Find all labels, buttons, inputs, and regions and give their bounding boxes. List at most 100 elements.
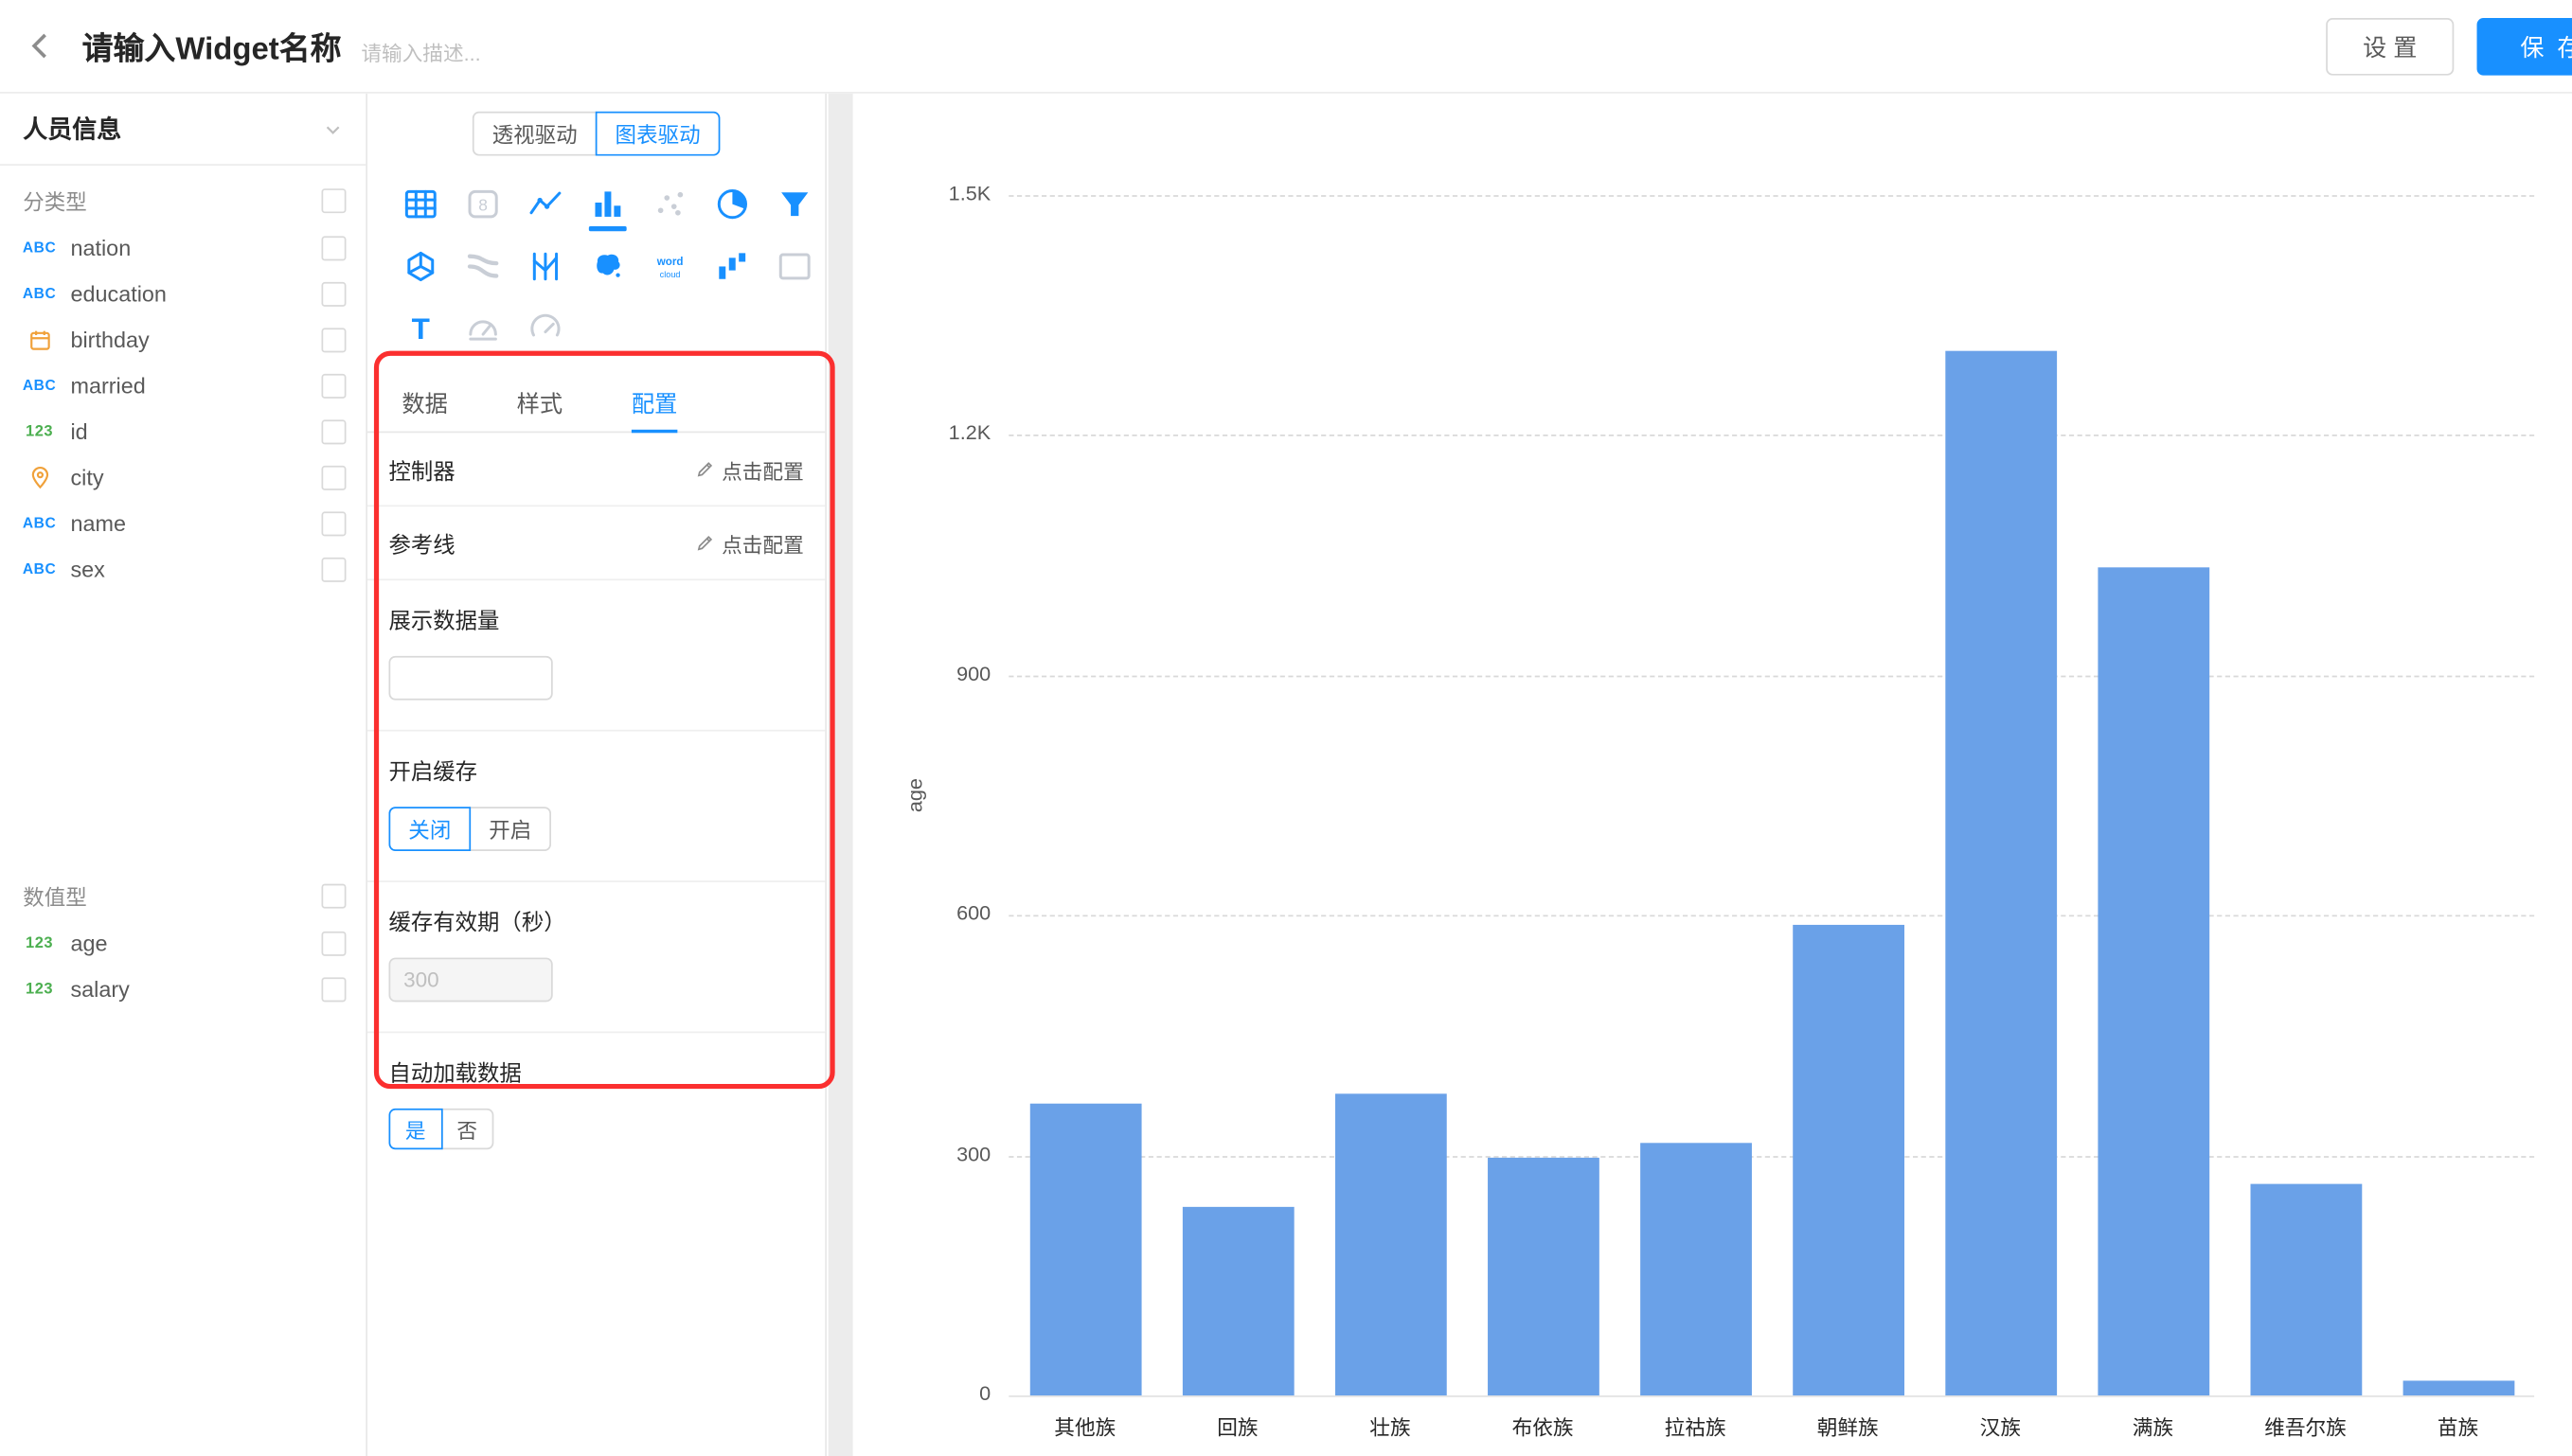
sankey-icon[interactable] — [463, 247, 501, 285]
gauge-icon[interactable] — [463, 310, 501, 347]
field-item[interactable]: ABCsex — [0, 546, 366, 592]
field-item[interactable]: ABCname — [0, 500, 366, 545]
string-field-icon: ABC — [16, 285, 62, 301]
bar-chart-icon[interactable] — [588, 185, 626, 222]
tab-config[interactable]: 配置 — [632, 376, 677, 432]
widget-editor: 请输入Widget名称 请输入描述... 设 置 保 存 人员信息 分类型 ABC… — [0, 0, 2572, 1456]
x-tick-label: 拉祜族 — [1619, 1411, 1772, 1442]
iframe-icon[interactable] — [775, 247, 813, 285]
y-tick-label: 600 — [853, 902, 991, 925]
table-icon[interactable] — [402, 185, 439, 222]
checkbox[interactable] — [321, 281, 346, 306]
svg-text:cloud: cloud — [659, 269, 680, 278]
pie-chart-icon[interactable] — [713, 185, 751, 222]
wordcloud-icon[interactable]: word cloud — [651, 247, 688, 285]
y-tick-label: 300 — [853, 1143, 991, 1165]
autoload-option-button[interactable]: 是 — [389, 1109, 442, 1149]
edit-icon — [695, 459, 715, 479]
x-tick-label: 维吾尔族 — [2229, 1411, 2382, 1442]
field-group-label: 分类型 — [23, 185, 87, 216]
y-tick-label: 1.2K — [853, 422, 991, 445]
field-label: married — [70, 373, 321, 398]
bar[interactable] — [1029, 1104, 1141, 1396]
config-body: 控制器 点击配置 参考线 点击配置 展示数据量 开启缓存 关闭开启 — [367, 433, 825, 1179]
field-group-label: 数值型 — [23, 879, 87, 911]
field-section: 分类型 ABCnationABCeducationbirthday ABC marri… — [0, 175, 366, 592]
checkbox[interactable] — [321, 465, 346, 489]
checkbox[interactable] — [321, 328, 346, 352]
bar[interactable] — [2250, 1183, 2362, 1395]
autoload-label: 自动加载数据 — [389, 1055, 804, 1088]
reference-line-configure-link[interactable]: 点击配置 — [695, 527, 803, 559]
y-axis-title: age — [903, 778, 926, 812]
bar[interactable] — [1182, 1207, 1294, 1395]
back-button[interactable] — [25, 29, 58, 62]
bar[interactable] — [1334, 1093, 1446, 1395]
gridline — [1009, 435, 2534, 437]
text-icon[interactable]: T — [402, 310, 439, 347]
checkbox[interactable] — [321, 236, 346, 260]
radar-icon[interactable] — [402, 247, 439, 285]
settings-button[interactable]: 设 置 — [2326, 17, 2454, 75]
tab-style[interactable]: 样式 — [517, 376, 563, 432]
cache-label: 开启缓存 — [389, 753, 804, 786]
field-item[interactable]: 123salary — [0, 966, 366, 1011]
x-tick-label: 满族 — [2077, 1411, 2229, 1442]
checkbox[interactable] — [321, 511, 346, 536]
field-item[interactable]: 123age — [0, 920, 366, 966]
field-item[interactable]: 123id — [0, 408, 366, 453]
map-icon[interactable] — [588, 247, 626, 285]
autoload-option-button[interactable]: 否 — [440, 1109, 493, 1149]
cache-expire-label: 缓存有效期（秒） — [389, 903, 804, 936]
scatter-icon[interactable] — [651, 185, 688, 222]
string-field-icon: ABC — [16, 377, 62, 393]
bar[interactable] — [2098, 567, 2209, 1395]
bar[interactable] — [2402, 1381, 2514, 1395]
checkbox[interactable] — [321, 976, 346, 1001]
x-tick-label: 其他族 — [1009, 1411, 1161, 1442]
checkbox[interactable] — [321, 373, 346, 398]
display-limit-input[interactable] — [389, 656, 553, 701]
line-chart-icon[interactable] — [526, 185, 563, 222]
funnel-icon[interactable] — [775, 185, 813, 222]
svg-text:8: 8 — [477, 194, 487, 213]
number-field-icon: 123 — [16, 933, 62, 951]
checkbox[interactable] — [321, 557, 346, 581]
field-item[interactable]: birthday — [0, 316, 366, 362]
bar[interactable] — [1487, 1158, 1599, 1395]
pivot-drive-button[interactable]: 透视驱动 — [473, 112, 598, 156]
tab-data[interactable]: 数据 — [402, 376, 447, 432]
cache-expire-input — [389, 958, 553, 1003]
field-item[interactable]: ABCnation — [0, 224, 366, 270]
checkbox[interactable] — [321, 419, 346, 444]
field-label: salary — [70, 976, 321, 1001]
controller-label: 控制器 — [389, 453, 455, 486]
checkbox[interactable] — [321, 883, 346, 908]
bar[interactable] — [1944, 351, 2056, 1395]
svg-text:word: word — [655, 255, 683, 267]
x-tick-label: 汉族 — [1924, 1411, 2077, 1442]
cache-option-button[interactable]: 关闭 — [389, 807, 472, 851]
field-item[interactable]: ABCeducation — [0, 271, 366, 316]
checkbox[interactable] — [321, 187, 346, 212]
speedometer-icon[interactable] — [526, 310, 563, 347]
field-label: sex — [70, 557, 321, 581]
bar[interactable] — [1639, 1144, 1751, 1395]
widget-description-input[interactable]: 请输入描述... — [361, 35, 480, 66]
widget-name-input[interactable]: 请输入Widget名称 — [82, 24, 342, 68]
dataset-selector[interactable]: 人员信息 — [0, 94, 366, 166]
reference-line-row: 参考线 点击配置 — [367, 506, 825, 580]
parallel-icon[interactable] — [526, 247, 563, 285]
checkbox[interactable] — [321, 931, 346, 955]
field-item[interactable]: city — [0, 454, 366, 500]
controller-configure-link[interactable]: 点击配置 — [695, 453, 803, 485]
save-button[interactable]: 保 存 — [2477, 17, 2572, 75]
bar[interactable] — [1792, 925, 1903, 1395]
x-tick-label: 朝鲜族 — [1772, 1411, 1924, 1442]
panel-tabs: 数据 样式 配置 — [367, 376, 825, 434]
cache-option-button[interactable]: 开启 — [469, 807, 551, 851]
scorecard-icon[interactable]: 8 — [463, 185, 501, 222]
chart-drive-button[interactable]: 图表驱动 — [596, 112, 721, 156]
waterfall-icon[interactable] — [713, 247, 751, 285]
field-item[interactable]: ABC married — [0, 363, 366, 408]
